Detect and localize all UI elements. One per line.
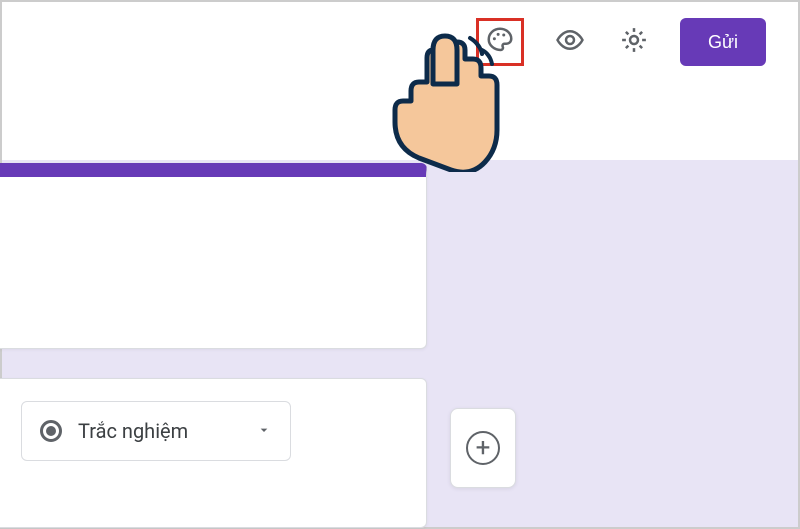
settings-button[interactable]	[616, 24, 652, 60]
side-toolbar: +	[450, 408, 516, 488]
plus-icon: +	[476, 433, 491, 463]
add-question-button[interactable]: +	[466, 431, 500, 465]
question-card[interactable]: Trắc nghiệm	[0, 378, 427, 528]
form-header-card[interactable]	[0, 163, 427, 349]
theme-button[interactable]	[483, 24, 517, 60]
form-canvas: Trắc nghiệm +	[2, 160, 798, 527]
question-type-select[interactable]: Trắc nghiệm	[21, 401, 291, 461]
theme-highlight	[476, 18, 524, 66]
eye-icon	[555, 25, 585, 59]
preview-button[interactable]	[552, 24, 588, 60]
question-type-label: Trắc nghiệm	[78, 419, 188, 443]
chevron-down-icon	[256, 419, 272, 443]
toolbar: Gửi	[2, 2, 798, 82]
send-button[interactable]: Gửi	[680, 18, 766, 66]
gear-icon	[619, 25, 649, 59]
palette-icon	[485, 25, 515, 59]
radio-icon	[40, 420, 62, 442]
